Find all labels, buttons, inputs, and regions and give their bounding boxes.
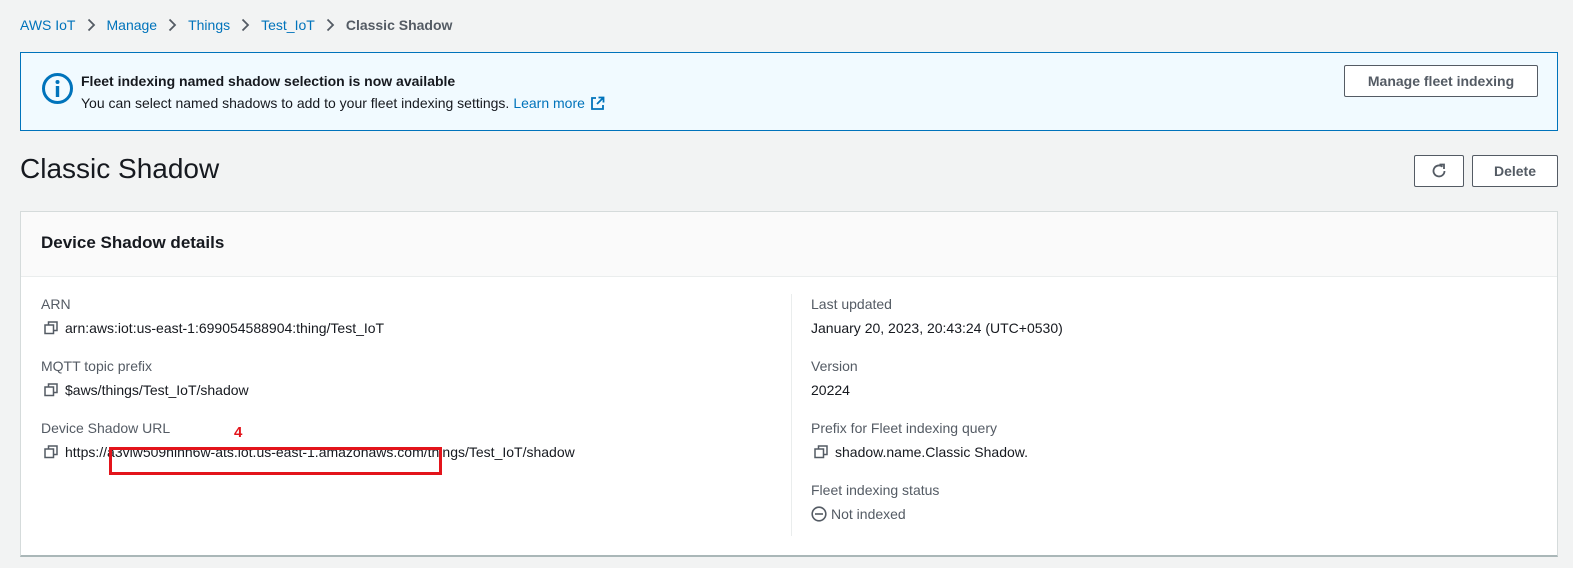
version-label: Version xyxy=(811,358,858,374)
last-updated-label: Last updated xyxy=(811,296,892,312)
arn-label: ARN xyxy=(41,296,71,312)
chevron-right-icon xyxy=(87,18,96,32)
external-link-icon[interactable] xyxy=(590,96,605,111)
fleet-prefix-field: Prefix for Fleet indexing query shadow.n… xyxy=(811,418,1063,462)
chevron-right-icon xyxy=(168,18,177,32)
learn-more-link[interactable]: Learn more xyxy=(513,95,585,111)
breadcrumb-things[interactable]: Things xyxy=(188,16,230,34)
annotation-highlight-box xyxy=(109,447,442,475)
shadow-url-prefix: https:// xyxy=(65,444,108,460)
not-indexed-icon xyxy=(811,506,827,522)
arn-field: ARN arn:aws:iot:us-east-1:699054588904:t… xyxy=(41,294,575,338)
shadow-url-path: /things/Test_IoT/shadow xyxy=(423,444,575,460)
fleet-status-label: Fleet indexing status xyxy=(811,482,940,498)
copy-icon[interactable] xyxy=(41,321,61,335)
mqtt-field: MQTT topic prefix $aws/things/Test_IoT/s… xyxy=(41,356,575,400)
info-icon xyxy=(41,72,74,105)
banner-title: Fleet indexing named shadow selection is… xyxy=(81,73,456,89)
mqtt-value: $aws/things/Test_IoT/shadow xyxy=(65,382,249,398)
info-banner: Fleet indexing named shadow selection is… xyxy=(20,52,1558,131)
fleet-status-value: Not indexed xyxy=(831,506,906,522)
banner-body: You can select named shadows to add to y… xyxy=(81,95,605,111)
fleet-prefix-label: Prefix for Fleet indexing query xyxy=(811,420,997,436)
copy-icon[interactable] xyxy=(41,383,61,397)
fleet-status-field: Fleet indexing status Not indexed xyxy=(811,480,1063,524)
annotation-label: 4 xyxy=(234,424,243,441)
breadcrumb-test-iot[interactable]: Test_IoT xyxy=(261,16,315,34)
column-divider xyxy=(791,294,792,536)
delete-button[interactable]: Delete xyxy=(1472,155,1558,187)
refresh-icon xyxy=(1430,162,1448,180)
chevron-right-icon xyxy=(241,18,250,32)
fleet-prefix-value: shadow.name.Classic Shadow. xyxy=(835,444,1028,460)
last-updated-value: January 20, 2023, 20:43:24 (UTC+0530) xyxy=(811,320,1063,336)
copy-icon[interactable] xyxy=(41,445,61,459)
manage-fleet-indexing-button[interactable]: Manage fleet indexing xyxy=(1344,65,1538,97)
version-field: Version 20224 xyxy=(811,356,1063,400)
panel-header: Device Shadow details xyxy=(21,212,1557,277)
breadcrumb-aws-iot[interactable]: AWS IoT xyxy=(20,16,76,34)
details-right-column: Last updated January 20, 2023, 20:43:24 … xyxy=(811,294,1063,542)
breadcrumb-manage[interactable]: Manage xyxy=(107,16,158,34)
device-shadow-details-panel: Device Shadow details ARN arn:aws:iot:us… xyxy=(20,211,1558,557)
last-updated-field: Last updated January 20, 2023, 20:43:24 … xyxy=(811,294,1063,338)
version-value: 20224 xyxy=(811,382,850,398)
mqtt-label: MQTT topic prefix xyxy=(41,358,152,374)
arn-value: arn:aws:iot:us-east-1:699054588904:thing… xyxy=(65,320,385,336)
breadcrumb: AWS IoT Manage Things Test_IoT Classic S… xyxy=(20,16,452,34)
page-title: Classic Shadow xyxy=(20,153,220,184)
refresh-button[interactable] xyxy=(1414,155,1464,187)
chevron-right-icon xyxy=(326,18,335,32)
banner-text: You can select named shadows to add to y… xyxy=(81,95,510,111)
breadcrumb-current: Classic Shadow xyxy=(345,17,453,33)
copy-icon[interactable] xyxy=(811,445,831,459)
shadow-url-label: Device Shadow URL xyxy=(41,420,171,436)
